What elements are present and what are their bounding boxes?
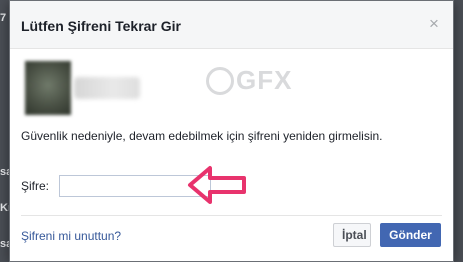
avatar <box>25 61 71 115</box>
security-message: Güvenlik nedeniyle, devam edebilmek için… <box>21 129 383 143</box>
background-left-strip <box>0 0 9 262</box>
dialog-header: Lütfen Şifreni Tekrar Gir × <box>10 1 453 49</box>
background-text-fragment: 7 <box>0 12 7 24</box>
watermark-logo-icon <box>206 66 234 95</box>
watermark-text: GFX <box>236 65 293 95</box>
dialog-title: Lütfen Şifreni Tekrar Gir <box>21 18 181 34</box>
background-right-strip <box>454 0 463 262</box>
blurred-user-name <box>74 77 140 99</box>
reenter-password-dialog: Lütfen Şifreni Tekrar Gir × GFX Güvenlik… <box>9 0 454 262</box>
footer-divider <box>21 215 442 216</box>
cancel-button[interactable]: İptal <box>333 223 371 247</box>
forgot-password-link[interactable]: Şifreni mi unuttun? <box>21 229 121 243</box>
submit-button[interactable]: Gönder <box>380 223 441 247</box>
close-icon[interactable]: × <box>426 15 442 33</box>
left-arrow-icon <box>188 166 246 204</box>
password-label: Şifre: <box>21 179 50 193</box>
gfx-watermark: GFX <box>206 65 292 96</box>
